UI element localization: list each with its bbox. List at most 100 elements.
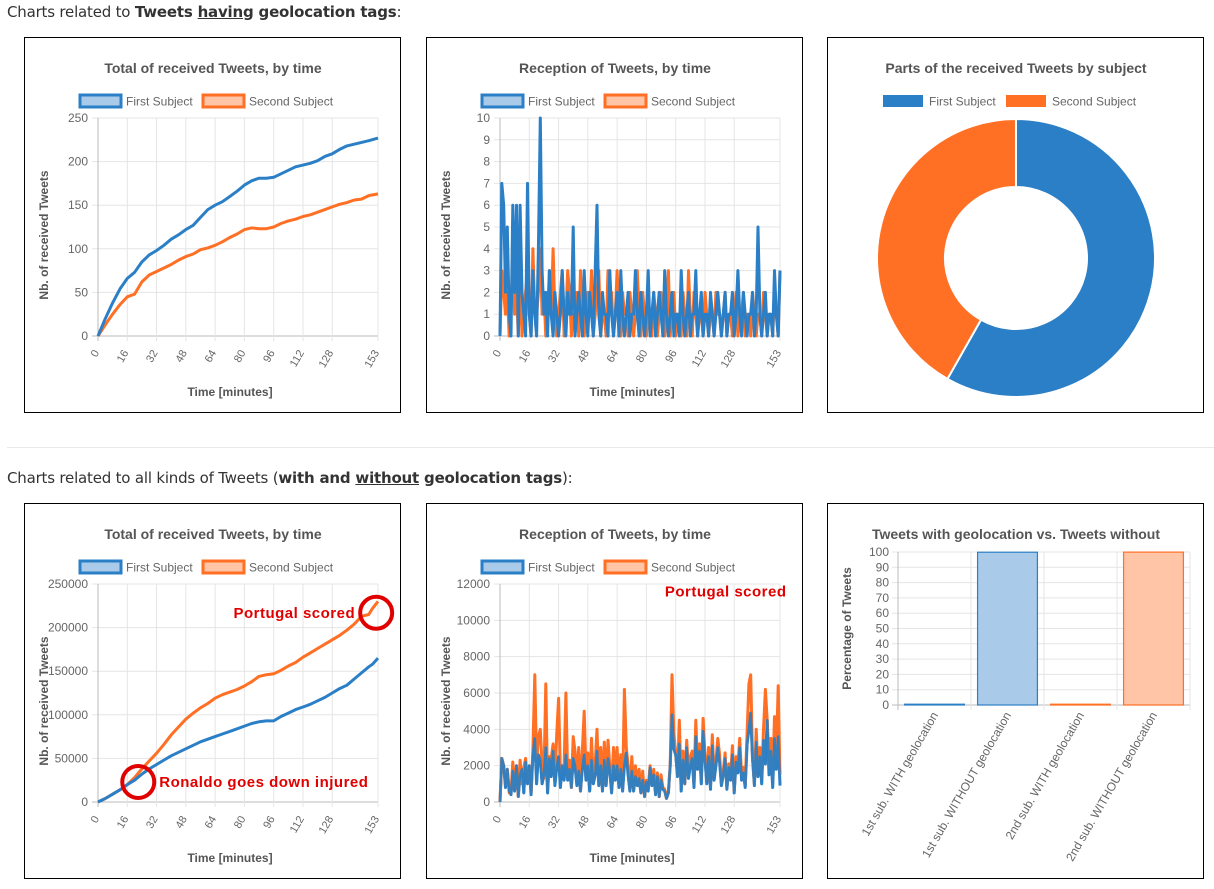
section-title-geolocated: Charts related to Tweets having geolocat… <box>7 3 402 21</box>
annotation-label: Ronaldo goes down injured <box>159 774 368 791</box>
x-tick-label: 0 <box>89 814 102 825</box>
y-tick-label: 8000 <box>463 650 490 664</box>
legend-label: First Subject <box>929 95 996 109</box>
x-tick-label: 80 <box>232 814 249 831</box>
section-title-bold: Tweets <box>134 3 198 21</box>
x-tick-label: 96 <box>261 348 278 365</box>
y-axis-label: Nb. of received Tweets <box>37 636 51 765</box>
x-tick-label: 153 <box>765 348 785 370</box>
legend-label: Second Subject <box>249 561 334 575</box>
y-tick-label: 150 <box>68 198 88 212</box>
x-tick-label: 64 <box>203 814 220 831</box>
x-tick-label: 128 <box>719 348 739 370</box>
y-tick-label: 100 <box>869 545 889 559</box>
legend-swatch <box>78 93 123 109</box>
section-title-bold: geolocation tags <box>253 3 397 21</box>
y-tick-label: 250 <box>68 111 88 125</box>
y-tick-label: 70 <box>876 591 890 605</box>
x-tick-label: 0 <box>89 348 102 359</box>
y-axis-label: Nb. of received Tweets <box>439 636 453 765</box>
x-tick-label: 96 <box>261 814 278 831</box>
y-tick-label: 3 <box>483 264 490 278</box>
y-tick-label: 9 <box>483 133 490 147</box>
x-tick-label: 153 <box>765 814 785 836</box>
chart-title: Tweets with geolocation vs. Tweets witho… <box>872 526 1160 542</box>
y-tick-label: 50 <box>75 285 89 299</box>
x-axis-label: Time [minutes] <box>187 851 272 865</box>
y-tick-label: 4000 <box>463 722 490 736</box>
chart-total-geo: Total of received Tweets, by time First S… <box>37 60 383 399</box>
x-tick-label: 16 <box>115 814 132 831</box>
y-tick-label: 200000 <box>48 621 88 635</box>
chart-card-parts-by-subject: Parts of the received Tweets by subject F… <box>827 37 1204 413</box>
y-tick-label: 6 <box>483 198 490 212</box>
legend-swatch <box>480 559 525 575</box>
section-title-suffix: : <box>396 3 402 21</box>
x-tick-label: 153 <box>363 348 383 370</box>
chart-card-total-geo: Total of received Tweets, by time First S… <box>24 37 401 413</box>
x-tick-label: 32 <box>144 814 161 831</box>
x-tick-label: 64 <box>203 348 220 365</box>
bar <box>1122 551 1185 706</box>
x-tick-label: 112 <box>288 348 307 369</box>
y-axis-label: Nb. of received Tweets <box>439 170 453 299</box>
legend-label: First Subject <box>126 561 193 575</box>
y-tick-label: 150000 <box>48 664 88 678</box>
chart-title: Reception of Tweets, by time <box>519 526 711 542</box>
y-tick-label: 12000 <box>457 577 491 591</box>
y-tick-label: 10 <box>477 111 491 125</box>
y-tick-label: 80 <box>876 576 890 590</box>
y-tick-label: 0 <box>882 698 889 712</box>
section-title-bold: geolocation tags <box>419 469 562 487</box>
legend-swatch <box>480 93 525 109</box>
section-title-prefix: Charts related to all kinds of Tweets ( <box>7 469 279 487</box>
y-tick-label: 2000 <box>463 759 490 773</box>
section-title-all-tweets: Charts related to all kinds of Tweets ( w… <box>7 469 573 487</box>
legend-swatch <box>883 95 923 107</box>
x-axis-label: Time [minutes] <box>187 385 272 399</box>
y-tick-label: 60 <box>876 606 890 620</box>
x-tick-label: 2nd sub. WITH geolocation <box>1003 710 1087 842</box>
x-tick-label: 48 <box>173 348 190 365</box>
bar <box>976 551 1039 706</box>
section-title-underlined: having <box>197 3 254 21</box>
y-tick-label: 4 <box>483 242 490 256</box>
bar <box>903 703 966 706</box>
x-tick-label: 64 <box>605 348 622 365</box>
x-tick-label: 112 <box>288 814 307 835</box>
x-tick-label: 1st sub. WITHOUT geolocation <box>919 710 1014 861</box>
y-axis-label: Nb. of received Tweets <box>37 170 51 299</box>
x-tick-label: 32 <box>144 348 161 365</box>
chart-card-reception-geo: Reception of Tweets, by time First Subjec… <box>426 37 803 413</box>
y-tick-label: 8 <box>483 155 490 169</box>
legend-label: First Subject <box>528 95 595 109</box>
chart-card-total-all: Total of received Tweets, by time First S… <box>24 503 401 879</box>
x-axis-label: Time [minutes] <box>589 851 674 865</box>
legend-swatch <box>603 559 648 575</box>
y-tick-label: 30 <box>876 652 890 666</box>
chart-title: Parts of the received Tweets by subject <box>885 60 1147 76</box>
x-tick-label: 128 <box>719 814 739 836</box>
x-axis-label: Time [minutes] <box>589 385 674 399</box>
y-tick-label: 10 <box>876 683 890 697</box>
y-tick-label: 200 <box>68 155 88 169</box>
x-tick-label: 153 <box>363 814 383 836</box>
x-tick-label: 80 <box>634 814 651 831</box>
x-tick-label: 112 <box>690 348 709 369</box>
x-tick-label: 32 <box>546 348 563 365</box>
x-tick-label: 128 <box>317 814 337 836</box>
y-tick-label: 2 <box>483 285 490 299</box>
series-line-second-subject <box>97 600 380 804</box>
y-tick-label: 10000 <box>457 613 491 627</box>
x-tick-label: 0 <box>491 348 504 359</box>
section-title-underlined: without <box>355 469 420 487</box>
y-tick-label: 0 <box>483 795 490 809</box>
annotation-label: Portugal scored <box>665 583 787 600</box>
section-divider <box>7 447 1214 448</box>
section-title-prefix: Charts related to <box>7 3 135 21</box>
legend-swatch <box>201 559 246 575</box>
chart-parts-by-subject: Parts of the received Tweets by subject F… <box>876 60 1156 398</box>
x-tick-label: 48 <box>575 814 592 831</box>
legend-swatch <box>603 93 648 109</box>
y-tick-label: 90 <box>876 560 890 574</box>
